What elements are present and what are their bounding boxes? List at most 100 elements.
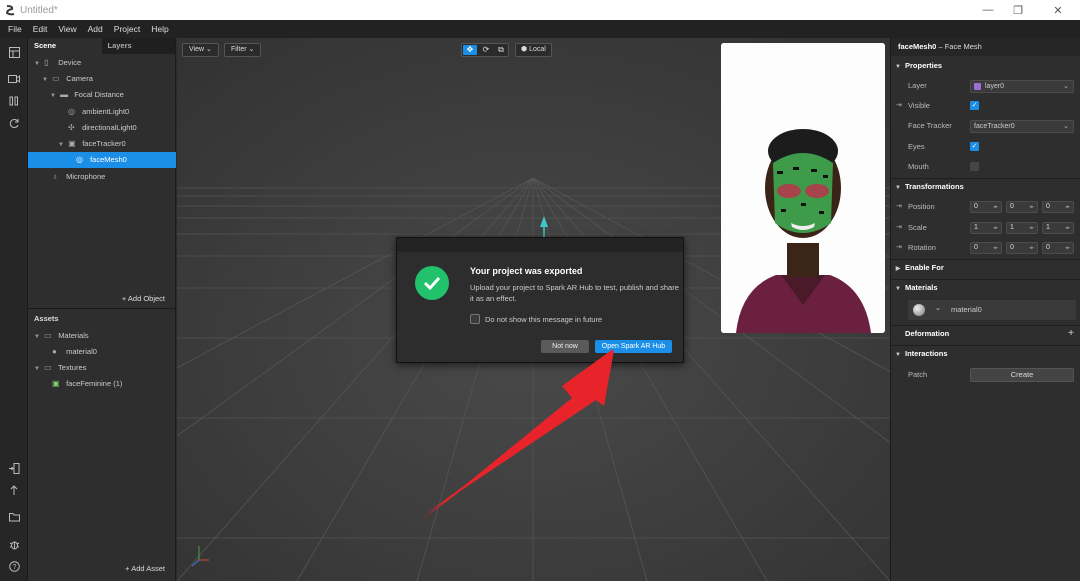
- section-transformations[interactable]: ▼ Transformations: [891, 179, 1080, 195]
- position-row: ⇥ Position 0 ◂▸ 0 ◂▸ 0 ◂▸: [891, 199, 1080, 215]
- tree-item-face-tracker[interactable]: ▼ ▣ faceTracker0: [58, 136, 126, 152]
- collapse-arrow-icon[interactable]: ▼: [34, 329, 42, 345]
- asset-folder-materials[interactable]: ▼ ▭ Materials: [34, 328, 89, 344]
- close-button[interactable]: ✕: [1040, 0, 1076, 20]
- view-dropdown[interactable]: View ⌄: [182, 43, 219, 57]
- patch-label: Patch: [908, 370, 928, 379]
- section-label: Transformations: [905, 182, 964, 191]
- rotate-tool-icon[interactable]: ⟳: [479, 44, 493, 56]
- layout-icon[interactable]: [6, 44, 22, 60]
- dont-show-checkbox[interactable]: [470, 314, 480, 324]
- dialog-message: Upload your project to Spark AR Hub to t…: [470, 283, 679, 303]
- scale-z-field[interactable]: 1 ◂▸: [1042, 222, 1074, 234]
- face-preview-image: [721, 43, 885, 333]
- position-y-field[interactable]: 0 ◂▸: [1006, 201, 1038, 213]
- collapse-arrow-icon[interactable]: ▼: [34, 56, 42, 72]
- link-arrow-icon[interactable]: ⇥: [896, 98, 902, 114]
- face-tracker-dropdown[interactable]: faceTracker0 ⌄: [970, 120, 1074, 133]
- link-arrow-icon[interactable]: ⇥: [896, 240, 902, 256]
- position-z-field[interactable]: 0 ◂▸: [1042, 201, 1074, 213]
- face-tracker-icon: ▣: [68, 139, 76, 148]
- link-arrow-icon[interactable]: ⇥: [896, 220, 902, 236]
- collapse-arrow-icon[interactable]: ▼: [58, 137, 66, 153]
- viewport[interactable]: View ⌄ Filter ⌄ ✥ ⟳ ⧉ ⬢ Local Your proje…: [177, 38, 890, 581]
- spinner-icon: ◂▸: [1028, 204, 1034, 210]
- spinner-icon: ◂▸: [992, 245, 998, 251]
- layer-label: Layer: [908, 81, 927, 90]
- collapse-arrow-icon: ▼: [895, 185, 901, 191]
- collapse-arrow-icon[interactable]: ▼: [50, 88, 58, 104]
- bug-icon[interactable]: [6, 536, 22, 552]
- menu-edit[interactable]: Edit: [33, 24, 48, 34]
- tree-item-directional-light[interactable]: ✣ directionalLight0: [68, 120, 137, 136]
- rotation-x-field[interactable]: 0 ◂▸: [970, 242, 1002, 254]
- visible-checkbox[interactable]: ✓: [970, 101, 979, 110]
- menu-project[interactable]: Project: [114, 24, 140, 34]
- create-patch-button[interactable]: Create: [970, 368, 1074, 382]
- section-deformation[interactable]: Deformation +: [891, 326, 1080, 342]
- video-icon[interactable]: [6, 71, 22, 87]
- local-space-toggle[interactable]: ⬢ Local: [515, 43, 552, 57]
- collapse-arrow-icon[interactable]: ▼: [34, 361, 42, 377]
- upload-icon[interactable]: [6, 482, 22, 498]
- face-tracker-row: Face Tracker faceTracker0 ⌄: [891, 118, 1080, 134]
- collapse-arrow-icon: ▶: [895, 266, 901, 272]
- section-materials[interactable]: ▼ Materials: [891, 280, 1080, 296]
- rotation-y-field[interactable]: 0 ◂▸: [1006, 242, 1038, 254]
- move-tool-icon[interactable]: ✥: [463, 45, 477, 55]
- scale-x-field[interactable]: 1 ◂▸: [970, 222, 1002, 234]
- tree-item-device[interactable]: ▼ ▯ Device: [34, 55, 81, 71]
- tree-item-label: directionalLight0: [82, 123, 137, 132]
- add-deformation-button[interactable]: +: [1068, 326, 1074, 342]
- folder-icon[interactable]: [6, 509, 22, 525]
- asset-item-texture[interactable]: ▣ faceFeminine (1): [52, 376, 122, 392]
- eyes-checkbox[interactable]: ✓: [970, 142, 979, 151]
- panel-divider: [28, 308, 176, 309]
- scale-tool-icon[interactable]: ⧉: [494, 44, 508, 56]
- light-icon: ◎: [68, 107, 75, 116]
- tree-item-face-mesh[interactable]: ◎ faceMesh0: [76, 152, 127, 168]
- section-label: Deformation: [905, 329, 950, 338]
- menu-file[interactable]: File: [8, 24, 22, 34]
- filter-dropdown[interactable]: Filter ⌄: [224, 43, 262, 57]
- material-slot[interactable]: ⌄ material0: [908, 300, 1076, 320]
- mouth-checkbox[interactable]: [970, 162, 979, 171]
- section-label: Enable For: [905, 263, 944, 272]
- add-asset-button[interactable]: + Add Asset: [125, 564, 165, 573]
- menu-add[interactable]: Add: [88, 24, 103, 34]
- chevron-down-icon[interactable]: ⌄: [935, 304, 941, 312]
- restore-button[interactable]: ❐: [1000, 0, 1036, 20]
- collapse-arrow-icon[interactable]: ▼: [42, 72, 50, 88]
- section-label: Materials: [905, 283, 938, 292]
- device-preview-icon[interactable]: [6, 460, 22, 476]
- dialog-title: Your project was exported: [470, 266, 583, 276]
- asset-folder-textures[interactable]: ▼ ▭ Textures: [34, 360, 86, 376]
- tab-layers[interactable]: Layers: [101, 38, 175, 54]
- tree-item-ambient-light[interactable]: ◎ ambientLight0: [68, 104, 129, 120]
- section-interactions[interactable]: ▼ Interactions: [891, 346, 1080, 362]
- rotation-z-field[interactable]: 0 ◂▸: [1042, 242, 1074, 254]
- refresh-icon[interactable]: [6, 115, 22, 131]
- tab-scene[interactable]: Scene: [28, 38, 102, 54]
- mouth-label: Mouth: [908, 162, 929, 171]
- layer-dropdown[interactable]: layer0 ⌄: [970, 80, 1074, 93]
- section-properties[interactable]: ▼ Properties: [891, 58, 1080, 74]
- open-spark-ar-hub-button[interactable]: Open Spark AR Hub: [595, 340, 672, 353]
- tree-item-focal-distance[interactable]: ▼ ▬ Focal Distance: [50, 87, 124, 103]
- simulator-preview[interactable]: [721, 43, 885, 333]
- position-x-field[interactable]: 0 ◂▸: [970, 201, 1002, 213]
- help-icon[interactable]: ?: [6, 558, 22, 574]
- menu-help[interactable]: Help: [151, 24, 168, 34]
- add-object-button[interactable]: + Add Object: [122, 294, 165, 303]
- menu-view[interactable]: View: [58, 24, 76, 34]
- scale-row: ⇥ Scale 1 ◂▸ 1 ◂▸ 1 ◂▸: [891, 220, 1080, 236]
- tree-item-camera[interactable]: ▼ ▭ Camera: [42, 71, 93, 87]
- scale-y-field[interactable]: 1 ◂▸: [1006, 222, 1038, 234]
- eyes-row: Eyes ✓: [891, 139, 1080, 155]
- asset-item-material[interactable]: ● material0: [52, 344, 97, 360]
- link-arrow-icon[interactable]: ⇥: [896, 199, 902, 215]
- pause-icon[interactable]: [6, 93, 22, 109]
- not-now-button[interactable]: Not now: [541, 340, 589, 353]
- section-enable-for[interactable]: ▶ Enable For: [891, 260, 1080, 276]
- tree-item-microphone[interactable]: ♁ Microphone: [52, 169, 105, 185]
